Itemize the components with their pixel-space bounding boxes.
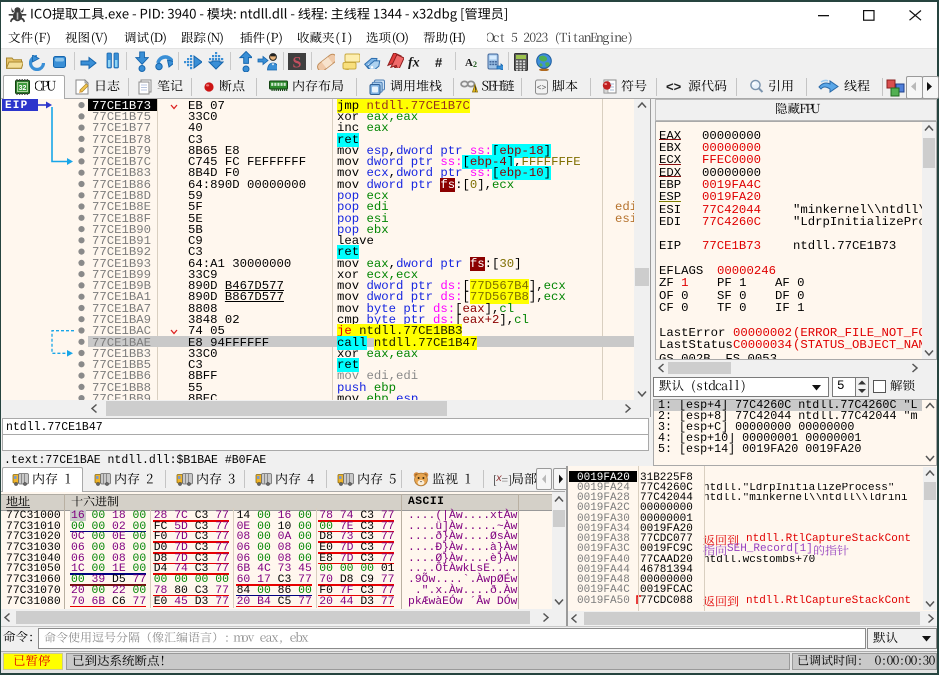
svg-text:!: ! <box>474 87 476 94</box>
svg-text:S: S <box>293 55 302 71</box>
svg-text:A: A <box>465 57 473 67</box>
svg-text:2: 2 <box>473 60 477 67</box>
svg-text:32: 32 <box>19 85 27 92</box>
svg-text:fx: fx <box>408 56 420 70</box>
svg-text:<>: <> <box>666 79 682 93</box>
svg-text:<>: <> <box>537 84 547 93</box>
svg-text:#: # <box>435 55 443 68</box>
